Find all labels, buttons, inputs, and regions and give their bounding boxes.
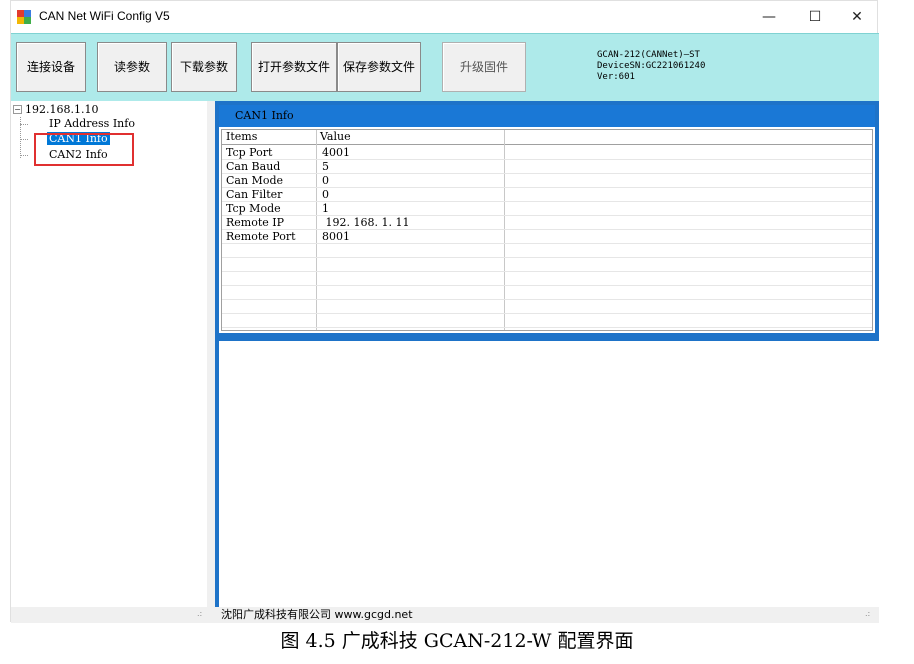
row-value[interactable]: 8001	[322, 230, 350, 244]
detail-panel: CAN1 Info Items Value Tcp Port 4001 Can …	[215, 101, 879, 607]
tree-item-ip-address-info[interactable]: IP Address Info	[49, 117, 135, 130]
row-value[interactable]: 192. 168. 1. 11	[322, 216, 409, 230]
row-item: Can Filter	[226, 188, 283, 201]
table-row-empty[interactable]	[222, 314, 872, 328]
section-divider	[215, 333, 879, 341]
app-icon	[17, 10, 31, 24]
collapse-icon[interactable]: −	[13, 105, 22, 114]
figure-caption: 图 4.5 广成科技 GCAN-212-W 配置界面	[280, 630, 634, 652]
row-value[interactable]: 1	[322, 202, 329, 216]
tree-root-label: 192.168.1.10	[25, 103, 99, 116]
status-bar: 沈阳广成科技有限公司 www.gcgd.net	[215, 607, 879, 623]
open-param-file-button[interactable]: 打开参数文件	[251, 42, 337, 92]
info-frame: CAN1 Info Items Value Tcp Port 4001 Can …	[215, 101, 879, 341]
tree-connector	[20, 124, 28, 125]
row-value[interactable]: 0	[322, 188, 329, 202]
column-header-value[interactable]: Value	[320, 130, 351, 144]
minimize-button[interactable]: —	[749, 5, 789, 29]
table-row[interactable]: Can Baud 5	[222, 160, 872, 174]
table-row-empty[interactable]	[222, 286, 872, 300]
maximize-button[interactable]: ☐	[795, 5, 835, 29]
table-row[interactable]: Remote Port 8001	[222, 230, 872, 244]
table-row-empty[interactable]	[222, 258, 872, 272]
table-row[interactable]: Tcp Port 4001	[222, 146, 872, 160]
device-tree: −192.168.1.10 IP Address Info CAN1 Info …	[11, 101, 207, 607]
tree-connector	[20, 155, 28, 156]
toolbar: 连接设备 读参数 下载参数 打开参数文件 保存参数文件 升级固件 GCAN-21…	[11, 33, 879, 101]
statusbar-left	[11, 607, 215, 623]
row-item: Tcp Port	[226, 146, 273, 159]
panel-splitter[interactable]	[207, 101, 215, 607]
read-params-button[interactable]: 读参数	[97, 42, 167, 92]
connect-device-button[interactable]: 连接设备	[16, 42, 86, 92]
row-item: Tcp Mode	[226, 202, 281, 215]
device-model: GCAN-212(CANNet)—ST	[597, 50, 700, 60]
info-box: CAN1 Info Items Value Tcp Port 4001 Can …	[219, 105, 875, 333]
annotation-highlight-box	[34, 133, 134, 166]
close-button[interactable]: ✕	[837, 5, 877, 29]
column-header-items[interactable]: Items	[226, 130, 257, 144]
row-item: Remote IP	[226, 216, 285, 229]
table-row-empty[interactable]	[222, 244, 872, 258]
table-row-empty[interactable]	[222, 272, 872, 286]
row-value[interactable]: 5	[322, 160, 329, 174]
resize-grip-icon[interactable]: .:	[865, 609, 875, 619]
save-param-file-button[interactable]: 保存参数文件	[337, 42, 421, 92]
status-text: 沈阳广成科技有限公司 www.gcgd.net	[221, 608, 413, 621]
table-row[interactable]: Can Mode 0	[222, 174, 872, 188]
device-version: Ver:601	[597, 72, 635, 82]
table-row[interactable]: Tcp Mode 1	[222, 202, 872, 216]
download-params-button[interactable]: 下载参数	[171, 42, 237, 92]
params-grid: Items Value Tcp Port 4001 Can Baud 5 Can…	[221, 129, 873, 331]
row-item: Can Baud	[226, 160, 281, 173]
info-header: CAN1 Info	[219, 105, 875, 127]
row-item: Remote Port	[226, 230, 296, 243]
tree-connector	[20, 139, 28, 140]
upgrade-firmware-button[interactable]: 升级固件	[442, 42, 526, 92]
table-row-empty[interactable]	[222, 300, 872, 314]
tree-root[interactable]: −192.168.1.10	[13, 103, 98, 116]
title-bar[interactable]: CAN Net WiFi Config V5 — ☐ ✕	[11, 1, 877, 33]
app-window: CAN Net WiFi Config V5 — ☐ ✕ 连接设备 读参数 下载…	[10, 0, 879, 623]
row-value[interactable]: 4001	[322, 146, 350, 160]
resize-grip-icon[interactable]: .:	[197, 609, 207, 619]
grid-header: Items Value	[222, 130, 872, 145]
row-item: Can Mode	[226, 174, 283, 187]
log-area[interactable]	[215, 341, 879, 607]
device-info: GCAN-212(CANNet)—ST DeviceSN:GC221061240…	[597, 50, 705, 83]
window-title: CAN Net WiFi Config V5	[39, 9, 170, 23]
table-row[interactable]: Can Filter 0	[222, 188, 872, 202]
tree-item-label: IP Address Info	[49, 117, 135, 130]
table-row[interactable]: Remote IP 192. 168. 1. 11	[222, 216, 872, 230]
row-value[interactable]: 0	[322, 174, 329, 188]
device-serial: DeviceSN:GC221061240	[597, 61, 706, 71]
